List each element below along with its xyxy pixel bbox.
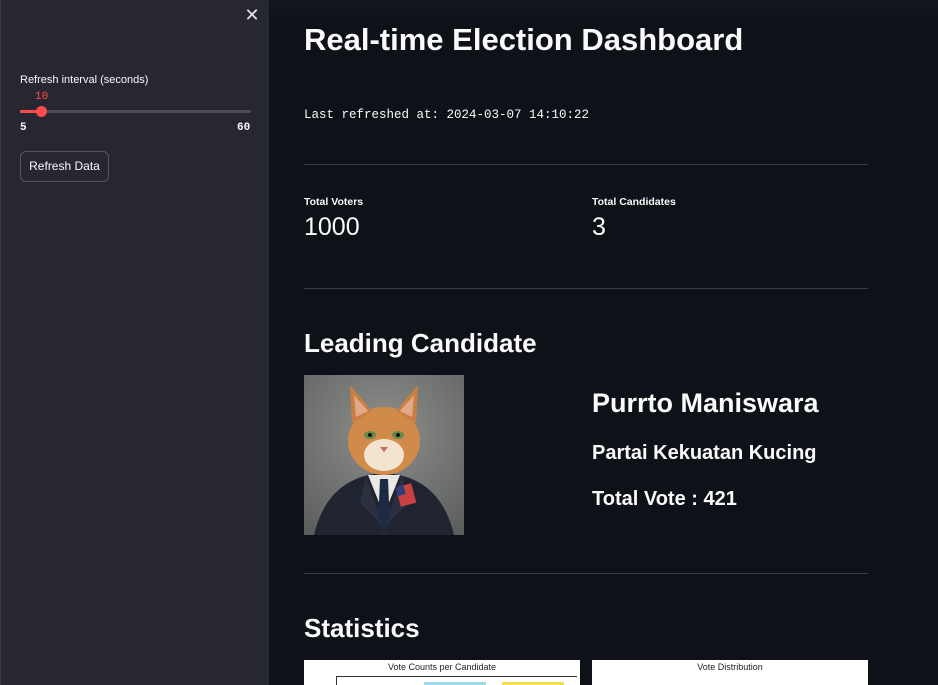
refresh-interval-slider[interactable] [20, 106, 251, 117]
metric-value-total-voters: 1000 [304, 213, 360, 241]
vote-distribution-chart: Vote Distribution [592, 660, 868, 685]
leading-candidate-heading: Leading Candidate [304, 328, 537, 358]
last-refreshed-text: Last refreshed at: 2024-03-07 14:10:22 [304, 108, 590, 122]
candidate-photo [304, 375, 464, 535]
vote-counts-chart: Vote Counts per Candidate [304, 660, 580, 685]
close-icon[interactable]: ✕ [243, 6, 261, 24]
chart-title: Vote Distribution [697, 662, 763, 672]
slider-label: Refresh interval (seconds) [20, 74, 149, 86]
divider [304, 288, 868, 289]
metric-label-total-candidates: Total Candidates [592, 196, 676, 208]
slider-current-value: 10 [35, 91, 49, 103]
divider [304, 164, 868, 165]
divider [304, 573, 868, 574]
metric-value-total-candidates: 3 [592, 213, 606, 241]
candidate-party: Partai Kekuatan Kucing [592, 442, 817, 464]
sidebar: ✕ Refresh interval (seconds) 10 5 60 Ref… [0, 0, 269, 685]
slider-max-label: 60 [237, 122, 251, 134]
chart-title: Vote Counts per Candidate [387, 662, 497, 672]
metric-label-total-voters: Total Voters [304, 196, 364, 208]
slider-min-label: 5 [20, 122, 27, 134]
candidate-total-vote: Total Vote : 421 [592, 488, 737, 510]
slider-thumb[interactable] [35, 106, 47, 117]
statistics-heading: Statistics [304, 613, 420, 643]
refresh-data-button[interactable]: Refresh Data [20, 151, 109, 182]
page-title: Real-time Election Dashboard [304, 22, 744, 57]
candidate-name: Purrto Maniswara [592, 388, 819, 418]
